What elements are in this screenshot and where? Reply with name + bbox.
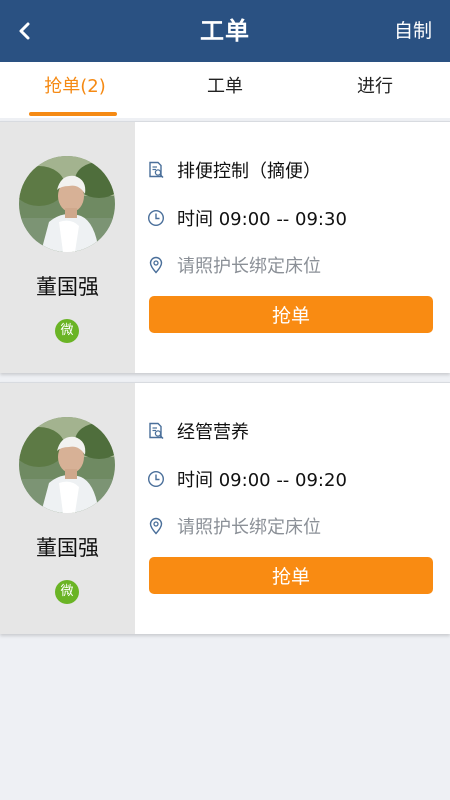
time-row: 时间 09:00 -- 09:20 (147, 464, 434, 494)
patient-panel: 董国强 微 (0, 383, 135, 634)
order-details: 排便控制（摘便） 时间 09:00 -- 09:30 请照护长绑定床位 抢单 (135, 122, 450, 373)
tab-in-progress[interactable]: 进行 (300, 62, 450, 118)
clock-icon (147, 470, 165, 488)
tab-label: 工单 (207, 76, 243, 97)
page-title: 工单 (200, 17, 250, 45)
app-header: 工单 自制 (0, 0, 450, 62)
wechat-badge: 微 (55, 319, 79, 343)
document-search-icon (149, 422, 164, 440)
clock-icon (147, 209, 165, 227)
location-row: 请照护长绑定床位 (147, 250, 434, 280)
tab-work-orders[interactable]: 工单 (150, 62, 300, 118)
tab-grab-orders[interactable]: 抢单(2) (0, 62, 150, 118)
time-range: 时间 09:00 -- 09:30 (177, 209, 347, 230)
tab-bar: 抢单(2) 工单 进行 (0, 62, 450, 118)
back-button[interactable] (10, 16, 40, 46)
task-name: 经管营养 (177, 422, 249, 443)
location-text: 请照护长绑定床位 (177, 256, 321, 277)
task-row: 排便控制（摘便） (147, 155, 434, 185)
wechat-badge: 微 (55, 580, 79, 604)
document-search-icon (149, 161, 164, 179)
patient-name: 董国强 (36, 536, 99, 560)
patient-panel: 董国强 微 (0, 122, 135, 373)
grab-order-button[interactable]: 抢单 (149, 557, 433, 594)
order-card: 董国强 微 排便控制（摘便） 时间 09:00 -- 09:30 请照护长绑定床… (0, 121, 450, 373)
avatar (19, 156, 115, 252)
patient-name: 董国强 (36, 275, 99, 299)
active-tab-indicator (29, 112, 117, 116)
task-name: 排便控制（摘便） (177, 161, 321, 182)
tab-label: 进行 (357, 76, 393, 97)
location-row: 请照护长绑定床位 (147, 511, 434, 541)
task-row: 经管营养 (147, 416, 434, 446)
order-card: 董国强 微 经管营养 时间 09:00 -- 09:20 请照护长绑定床位 抢单 (0, 382, 450, 634)
time-row: 时间 09:00 -- 09:30 (147, 203, 434, 233)
grab-order-button[interactable]: 抢单 (149, 296, 433, 333)
location-pin-icon (149, 256, 163, 274)
location-pin-icon (149, 517, 163, 535)
location-text: 请照护长绑定床位 (177, 517, 321, 538)
tab-label: 抢单(2) (44, 76, 106, 97)
custom-order-button[interactable]: 自制 (394, 18, 432, 44)
avatar (19, 417, 115, 513)
chevron-left-icon (19, 22, 30, 40)
order-details: 经管营养 时间 09:00 -- 09:20 请照护长绑定床位 抢单 (135, 383, 450, 634)
time-range: 时间 09:00 -- 09:20 (177, 470, 347, 491)
